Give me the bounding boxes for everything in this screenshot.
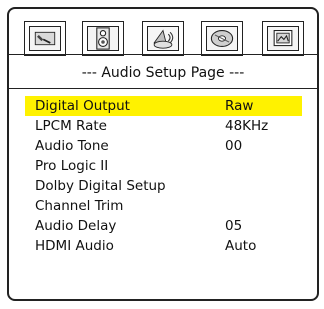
tab-video[interactable] bbox=[201, 21, 243, 56]
disc-icon bbox=[206, 26, 238, 51]
menu-item-audio-tone[interactable]: Audio Tone 00 bbox=[25, 136, 302, 156]
speaker-icon bbox=[87, 26, 119, 51]
tool-icon bbox=[29, 26, 61, 51]
setup-menu-frame: --- Audio Setup Page --- Digital Output … bbox=[7, 7, 319, 301]
menu-item-label: Audio Tone bbox=[35, 138, 109, 154]
tab-speaker[interactable] bbox=[82, 21, 124, 56]
menu-item-value: 48KHz bbox=[225, 118, 269, 134]
tab-preference[interactable] bbox=[262, 21, 304, 56]
tab-audio[interactable] bbox=[142, 21, 184, 56]
dolby-sound-icon bbox=[147, 26, 179, 51]
divider-top bbox=[9, 54, 317, 55]
menu-item-label: Digital Output bbox=[35, 98, 130, 114]
audio-settings-list: Digital Output Raw LPCM Rate 48KHz Audio… bbox=[25, 96, 302, 256]
menu-item-dolby-digital-setup[interactable]: Dolby Digital Setup bbox=[25, 176, 302, 196]
menu-item-label: Audio Delay bbox=[35, 218, 117, 234]
page-title: --- Audio Setup Page --- bbox=[81, 65, 245, 81]
menu-item-value: 05 bbox=[225, 218, 243, 234]
menu-item-channel-trim[interactable]: Channel Trim bbox=[25, 196, 302, 216]
menu-item-label: Dolby Digital Setup bbox=[35, 178, 166, 194]
menu-item-label: Pro Logic II bbox=[35, 158, 109, 174]
menu-item-digital-output[interactable]: Digital Output Raw bbox=[25, 96, 302, 116]
divider-bottom bbox=[9, 88, 317, 89]
menu-item-audio-delay[interactable]: Audio Delay 05 bbox=[25, 216, 302, 236]
menu-item-hdmi-audio[interactable]: HDMI Audio Auto bbox=[25, 236, 302, 256]
menu-item-label: LPCM Rate bbox=[35, 118, 107, 134]
menu-item-label: Channel Trim bbox=[35, 198, 124, 214]
menu-item-value: 00 bbox=[225, 138, 243, 154]
menu-item-pro-logic-ii[interactable]: Pro Logic II bbox=[25, 156, 302, 176]
menu-item-value: Auto bbox=[225, 238, 257, 254]
tab-general[interactable] bbox=[24, 21, 66, 56]
menu-item-label: HDMI Audio bbox=[35, 238, 114, 254]
menu-item-lpcm-rate[interactable]: LPCM Rate 48KHz bbox=[25, 116, 302, 136]
picture-icon bbox=[267, 26, 299, 51]
menu-item-value: Raw bbox=[225, 98, 254, 114]
